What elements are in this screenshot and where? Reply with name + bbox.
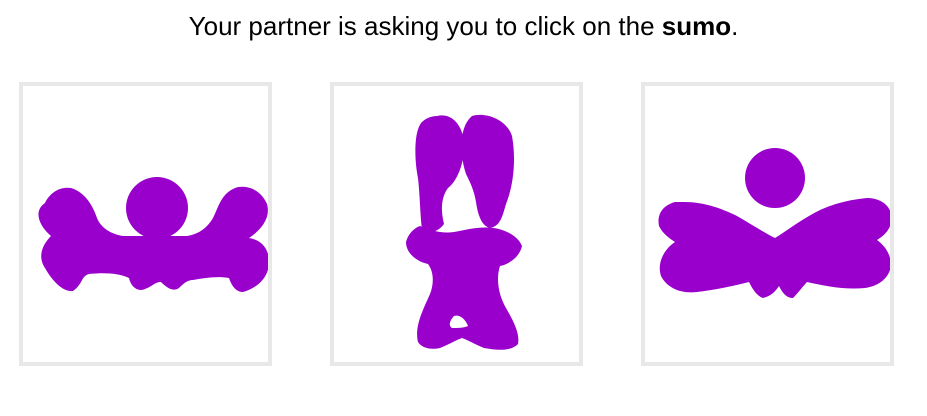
instruction-suffix: . <box>731 11 739 41</box>
tangram-figure-1-icon <box>38 177 268 292</box>
tangram-figure-2-icon <box>406 114 522 350</box>
tangram-option-1[interactable] <box>19 82 272 366</box>
target-word: sumo <box>661 11 732 41</box>
tangram-option-2[interactable] <box>330 82 583 366</box>
instruction-text: Your partner is asking you to click on t… <box>0 10 927 42</box>
tangram-figure-3-icon <box>658 148 890 298</box>
instruction-prefix: Your partner is asking you to click on t… <box>188 11 662 41</box>
tangram-option-3[interactable] <box>641 82 894 366</box>
